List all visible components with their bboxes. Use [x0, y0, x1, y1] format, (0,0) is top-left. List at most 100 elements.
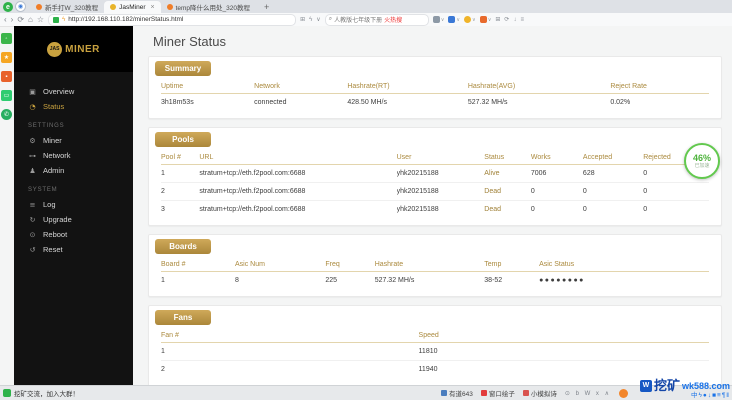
sidebar-item-label: Upgrade	[43, 215, 72, 224]
refresh-button[interactable]: ⟳	[17, 15, 24, 24]
pinned-app-icon[interactable]: ▪	[1, 71, 12, 82]
mail-icon[interactable]: ▭	[1, 90, 12, 101]
taskbar-button-label: 小模拟诗	[530, 391, 557, 398]
apps-grid-icon[interactable]: ⊞	[300, 16, 305, 23]
url-dropdown-chevron-icon[interactable]: ∨	[316, 16, 320, 23]
download-icon[interactable]: ↓	[513, 17, 516, 23]
speed-ball[interactable]: 46% 已加速	[684, 143, 720, 179]
status-icon: ◔	[29, 102, 36, 111]
cell: 628	[582, 170, 595, 177]
taskbar-chat-button[interactable]: 挖矿交流，加入大群！	[3, 388, 79, 398]
extension-yellow-button[interactable]: ∨	[464, 16, 476, 23]
cell: 0	[530, 206, 535, 213]
taskbar-button-3[interactable]: 小模拟诗	[522, 388, 557, 398]
chat-app-icon	[3, 389, 11, 397]
watermark-brand: 挖矿	[653, 378, 680, 394]
taskbar-button-1[interactable]: 有道643	[441, 388, 473, 398]
taskbar-button-2[interactable]: 窗口绘子	[480, 388, 515, 398]
sidebar-item-reset[interactable]: ↺ Reset	[28, 242, 133, 257]
favorites-star-icon[interactable]: ★	[1, 52, 12, 63]
phone-icon[interactable]: ✆	[1, 109, 12, 120]
summary-badge: Summary	[155, 61, 211, 76]
address-bar: ‹ › ⟳ ⌂ ☆ ϟ http://192.168.110.182/miner…	[0, 13, 732, 27]
desktop-screen: e ◉ 新手打W_320教程 JasMiner × temp降什么用处_320教…	[0, 0, 732, 400]
search-text: 人教版七年级下册	[334, 18, 383, 24]
fan-speed: 11810	[418, 348, 438, 355]
app-icon	[522, 390, 529, 396]
browser-logo-icon[interactable]: e	[3, 2, 13, 12]
search-box[interactable]: ⌕ 人教版七年级下册 火热搜	[324, 13, 429, 26]
sidebar-item-admin[interactable]: ♟ Admin	[28, 163, 133, 178]
uptime-value: 3h18m53s	[161, 99, 194, 106]
extensions-grid-icon[interactable]: ⊞	[495, 16, 500, 23]
jasminer-logo-badge: JAS	[47, 41, 63, 57]
browser-menu-icon[interactable]: ≡	[520, 17, 524, 23]
col-hashrate-avg: Hashrate(AVG)	[467, 83, 516, 90]
hashrate-rt-value: 428.50 MH/s	[347, 99, 387, 106]
sync-icon[interactable]: ⟳	[504, 16, 509, 23]
app-icon	[441, 390, 448, 396]
new-tab-button[interactable]: +	[264, 2, 269, 12]
tab-3[interactable]: temp降什么用处_320教程	[161, 1, 256, 13]
forward-button[interactable]: ›	[11, 15, 14, 24]
sidebar-section-settings: SETTINGS	[28, 123, 65, 129]
url-field[interactable]: ϟ http://192.168.110.182/minerStatus.htm…	[48, 13, 297, 26]
pool-status: Alive	[484, 170, 500, 177]
tab-3-title: temp降什么用处_320教程	[175, 5, 250, 12]
extension-scissors-button[interactable]: ∨	[432, 16, 444, 23]
cell: 0	[643, 206, 648, 213]
sidebar-item-label: Admin	[43, 166, 65, 175]
tab-1[interactable]: 新手打W_320教程	[30, 1, 104, 13]
col-status: Status	[484, 154, 505, 161]
cell: 2	[161, 188, 165, 195]
sidebar-menu: ▣ Overview ◔ Status SETTINGS ⚙ Miner ⊶ N…	[14, 72, 133, 257]
back-button[interactable]: ‹	[4, 15, 7, 24]
reset-icon: ↺	[29, 245, 36, 254]
taskbar-button-label: 有道643	[449, 391, 473, 398]
sidebar-item-upgrade[interactable]: ↻ Upgrade	[28, 212, 133, 227]
boards-card: Boards Board # Asic Num Freq Hashrate Te…	[148, 234, 722, 297]
fan-row-2: 2 11940	[161, 361, 709, 378]
boards-header-row: Board # Asic Num Freq Hashrate Temp Asic…	[161, 256, 709, 272]
turbo-icon[interactable]: ϟ	[309, 17, 312, 23]
sidebar-item-status[interactable]: ◔ Status	[28, 99, 133, 114]
taskbar: 挖矿交流，加入大群！ 有道643 窗口绘子 小模拟诗 ⊙ b W x ∧	[0, 385, 732, 400]
cell: 225	[325, 277, 338, 284]
network-value: connected	[254, 99, 287, 106]
sidebar-item-overview[interactable]: ▣ Overview	[28, 84, 133, 99]
cell: 3	[161, 206, 165, 213]
tab-close-icon[interactable]: ×	[150, 4, 154, 11]
overview-icon: ▣	[29, 87, 36, 96]
search-hot-label: 火热搜	[384, 18, 403, 24]
cell: yhk20215188	[396, 188, 439, 195]
tab-1-title: 新手打W_320教程	[45, 5, 99, 12]
cell: stratum+tcp://eth.f2pool.com:6688	[199, 170, 306, 177]
sidebar-item-reboot[interactable]: ⊙ Reboot	[28, 227, 133, 242]
extension-orange-button[interactable]: ∨	[479, 16, 491, 23]
watermark-domain: wk588.com	[681, 380, 730, 391]
pool-row-2: 2 stratum+tcp://eth.f2pool.com:6688 yhk2…	[161, 183, 709, 201]
taskbar-button-label: 窗口绘子	[488, 391, 515, 398]
wechat-icon[interactable]: ◦	[1, 33, 12, 44]
col-asic-status: Asic Status	[539, 261, 575, 268]
profile-icon[interactable]: ◉	[15, 1, 26, 12]
pool-row-3: 3 stratum+tcp://eth.f2pool.com:6688 yhk2…	[161, 201, 709, 218]
favorite-button[interactable]: ☆	[37, 15, 44, 24]
network-icon: ⊶	[29, 151, 36, 160]
sidebar-item-label: Miner	[43, 136, 62, 145]
cell: 8	[234, 277, 239, 284]
home-button[interactable]: ⌂	[28, 15, 33, 24]
tab-2-jasminer[interactable]: JasMiner ×	[104, 1, 161, 13]
tray-mini-icons[interactable]: ⊙ b W x ∧	[565, 390, 611, 397]
col-fan-num: Fan #	[161, 332, 179, 339]
sidebar-item-network[interactable]: ⊶ Network	[28, 148, 133, 163]
speed-mode-icon[interactable]: ϟ	[62, 17, 65, 23]
sidebar-item-miner[interactable]: ⚙ Miner	[28, 133, 133, 148]
watermark-logo-icon: W	[639, 379, 652, 392]
extension-blue-button[interactable]: ∨	[448, 16, 460, 23]
cell: 1	[161, 348, 165, 355]
tab-1-favicon-icon	[36, 4, 42, 10]
col-pool-num: Pool #	[161, 154, 181, 161]
sidebar-item-log[interactable]: ≡ Log	[28, 197, 133, 212]
tray-orange-ball-icon[interactable]	[619, 388, 628, 398]
